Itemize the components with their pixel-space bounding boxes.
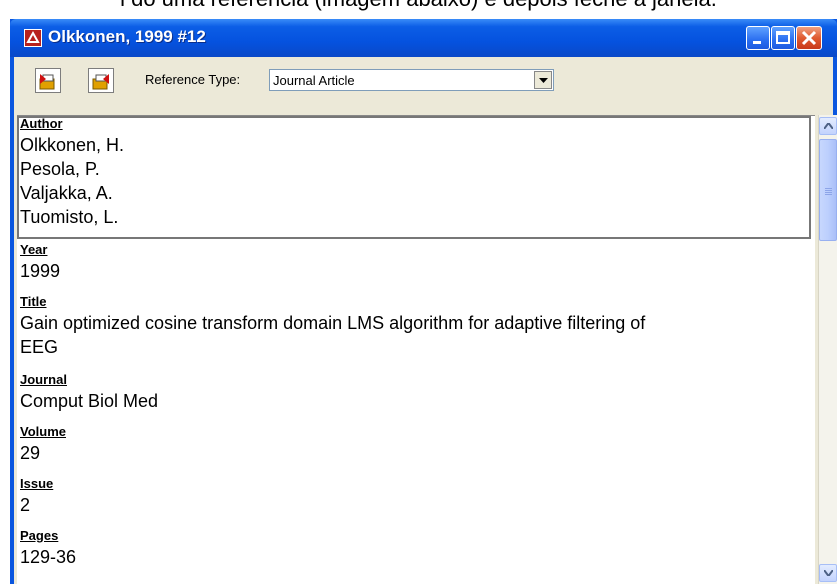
journal-value[interactable]: Comput Biol Med [20, 390, 158, 412]
chevron-up-icon [824, 123, 833, 129]
field-label-title: Title [20, 294, 47, 309]
reference-fields-panel: Author Olkkonen, H. Pesola, P. Valjakka,… [17, 115, 815, 585]
minimize-button[interactable] [746, 26, 770, 50]
background-caption: i do uma referência (imagem abaixo) e de… [0, 0, 837, 11]
reference-type-value: Journal Article [273, 73, 355, 88]
chevron-down-icon [824, 570, 833, 576]
scroll-up-button[interactable] [819, 117, 837, 135]
title-line[interactable]: EEG [20, 336, 58, 358]
year-value[interactable]: 1999 [20, 260, 60, 282]
reference-type-select[interactable]: Journal Article [269, 69, 554, 91]
chevron-down-icon [539, 78, 548, 83]
dropdown-arrow-button[interactable] [534, 71, 552, 89]
author-line[interactable]: Olkkonen, H. [20, 134, 124, 156]
previous-reference-button[interactable] [35, 68, 61, 93]
window-client-area: Reference Type: Journal Article Author O… [14, 57, 837, 585]
volume-value[interactable]: 29 [20, 442, 40, 464]
field-label-pages: Pages [20, 528, 59, 543]
maximize-button[interactable] [771, 26, 795, 50]
field-label-issue: Issue [20, 476, 54, 491]
field-label-year: Year [20, 242, 48, 257]
window-title: Olkkonen, 1999 #12 [48, 27, 206, 46]
grip-icon [825, 188, 832, 189]
close-button[interactable] [796, 26, 822, 50]
reference-type-label: Reference Type: [145, 72, 241, 87]
previous-reference-icon [39, 74, 55, 90]
toolbar: Reference Type: Journal Article [14, 57, 833, 103]
endnote-app-icon[interactable] [24, 29, 42, 47]
scroll-thumb[interactable] [819, 139, 837, 241]
next-reference-icon [92, 74, 109, 90]
author-field-box[interactable] [17, 116, 811, 239]
author-line[interactable]: Tuomisto, L. [20, 206, 118, 228]
next-reference-button[interactable] [88, 68, 114, 93]
reference-window: Olkkonen, 1999 #12 Reference Type: Journ… [10, 19, 837, 585]
vertical-scrollbar[interactable] [818, 115, 837, 584]
scroll-down-button[interactable] [819, 564, 837, 582]
issue-value[interactable]: 2 [20, 494, 30, 516]
author-line[interactable]: Valjakka, A. [20, 182, 113, 204]
field-label-author: Author [20, 116, 63, 131]
title-bar[interactable]: Olkkonen, 1999 #12 [10, 19, 837, 57]
pages-value[interactable]: 129-36 [20, 546, 76, 568]
field-label-volume: Volume [20, 424, 66, 439]
author-line[interactable]: Pesola, P. [20, 158, 100, 180]
title-line[interactable]: Gain optimized cosine transform domain L… [20, 312, 645, 334]
field-label-journal: Journal [20, 372, 67, 387]
